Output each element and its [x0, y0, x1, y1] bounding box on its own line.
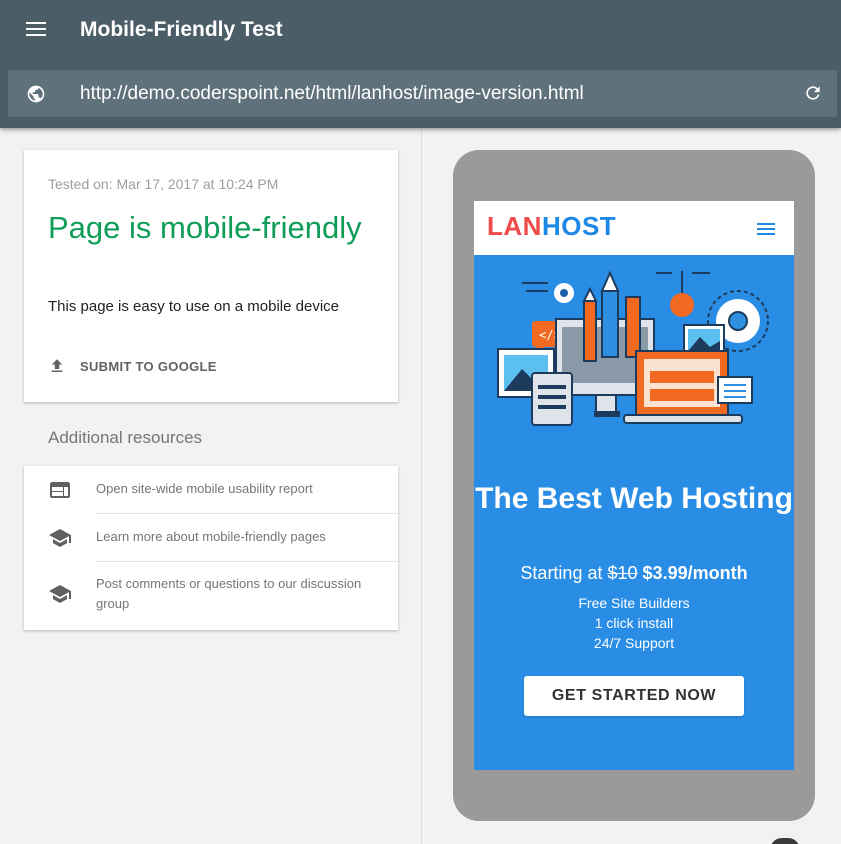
url-bar[interactable]: http://demo.coderspoint.net/html/lanhost…: [8, 70, 837, 117]
feature-text: 1 click install: [594, 615, 674, 631]
result-card: Tested on: Mar 17, 2017 at 10:24 PM Page…: [24, 150, 398, 402]
submit-to-google-button[interactable]: SUBMIT TO GOOGLE: [48, 355, 217, 377]
app-header: Mobile-Friendly Test http://demo.codersp…: [0, 0, 841, 128]
feature-text: 24/7 Support: [593, 635, 675, 651]
school-icon: [49, 529, 71, 547]
feedback-fab[interactable]: [770, 838, 800, 844]
globe-icon: [27, 85, 45, 103]
app-title: Mobile-Friendly Test: [80, 18, 283, 41]
upload-icon: [51, 359, 63, 372]
resource-item-label: Post comments or questions to our discus…: [96, 576, 362, 611]
hero-title: The Best Web Hosting: [475, 482, 793, 515]
phone-screen[interactable]: LANHOST </> The Best Web Hosting Startin…: [474, 201, 794, 770]
refresh-icon[interactable]: [803, 83, 823, 103]
site-menu-icon[interactable]: [757, 223, 775, 238]
verdict-description: This page is easy to use on a mobile dev…: [48, 298, 339, 315]
web-report-icon: [50, 482, 70, 498]
resource-item-label: Open site-wide mobile usability report: [96, 481, 313, 496]
verdict-heading: Page is mobile-friendly: [48, 210, 362, 245]
hero-price: Starting at $10 $3.99/month: [520, 563, 748, 583]
resources-heading: Additional resources: [48, 428, 203, 447]
resource-item-usability-report[interactable]: Open site-wide mobile usability report: [24, 466, 398, 514]
get-started-button[interactable]: GET STARTED NOW: [524, 676, 744, 716]
results-panel: Tested on: Mar 17, 2017 at 10:24 PM Page…: [0, 128, 422, 844]
url-text[interactable]: http://demo.coderspoint.net/html/lanhost…: [80, 83, 584, 105]
hero-illustration: </>: [497, 270, 769, 426]
site-logo[interactable]: LANHOST: [487, 211, 616, 242]
site-navbar: LANHOST: [474, 201, 794, 255]
resource-item-learn-more[interactable]: Learn more about mobile-friendly pages: [24, 514, 398, 562]
feature-text: Free Site Builders: [578, 595, 690, 611]
resources-card: Open site-wide mobile usability report L…: [24, 466, 398, 630]
resource-item-label: Learn more about mobile-friendly pages: [96, 529, 326, 544]
tested-on-text: Tested on: Mar 17, 2017 at 10:24 PM: [48, 176, 279, 192]
phone-frame: LANHOST </> The Best Web Hosting Startin…: [453, 150, 815, 821]
school-icon: [49, 585, 71, 603]
resource-item-discussion-group[interactable]: Post comments or questions to our discus…: [24, 562, 398, 630]
menu-icon[interactable]: [26, 22, 46, 38]
submit-label: SUBMIT TO GOOGLE: [80, 358, 217, 374]
